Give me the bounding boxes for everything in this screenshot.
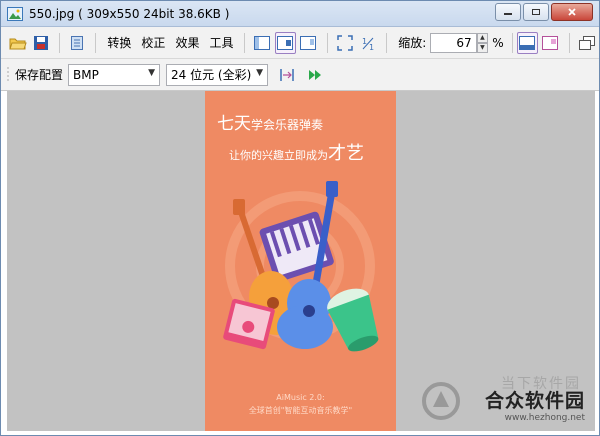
svg-text:1: 1 (369, 43, 374, 51)
format-select[interactable]: BMP ▼ (68, 63, 161, 86)
open-folder-icon[interactable] (7, 32, 28, 54)
app-window: 550.jpg ( 309x550 24bit 38.6KB ) 转换 校正 效… (0, 0, 600, 436)
menu-convert[interactable]: 转换 (107, 34, 131, 51)
close-icon (568, 8, 576, 16)
toolbar-divider (326, 32, 328, 53)
page-icon[interactable] (66, 32, 87, 54)
maximize-icon (532, 9, 540, 15)
toolbar-divider (386, 32, 388, 53)
image-footer-line2: 全球首创"智能互动音乐教学" (248, 406, 353, 415)
layout-left-icon[interactable] (251, 32, 272, 54)
main-toolbar: 转换 校正 效果 工具 11 缩放: 67 ▲ ▼ % (1, 27, 599, 59)
image-file-icon (7, 6, 23, 21)
menu-effects[interactable]: 效果 (175, 34, 199, 51)
instruments-illustration (223, 181, 379, 352)
minimize-button[interactable] (495, 3, 521, 21)
layout-center-icon[interactable] (274, 31, 296, 54)
watermark-url: www.hezhong.net (504, 413, 585, 423)
zoom-label: 缩放: (398, 36, 427, 50)
view-normal-icon[interactable] (516, 31, 538, 54)
window-restore-icon[interactable] (576, 32, 597, 54)
toolbar-divider (95, 32, 97, 53)
maximize-button[interactable] (523, 3, 549, 21)
image-canvas[interactable]: 七天学会乐器弹奏 让你的兴趣立即成为才艺 AiMusic 2.0: 全球首创"智… (7, 91, 595, 431)
layout-right-icon[interactable] (298, 32, 319, 54)
save-toolbar: 保存配置 BMP ▼ 24 位元 (全彩) ▼ (1, 59, 599, 91)
chevron-down-icon: ▼ (148, 67, 156, 78)
fit-screen-icon[interactable] (334, 32, 355, 54)
zoom-down-icon[interactable]: ▼ (476, 42, 489, 53)
depth-select[interactable]: 24 位元 (全彩) ▼ (166, 63, 269, 86)
zoom-up-icon[interactable]: ▲ (476, 32, 489, 43)
image-footer-line1: AiMusic 2.0: (276, 393, 325, 402)
zoom-unit: % (492, 35, 504, 50)
menu-tools[interactable]: 工具 (209, 34, 233, 51)
toolbar-divider (59, 32, 61, 53)
zoom-input[interactable]: 67 (430, 32, 477, 53)
fast-forward-icon[interactable] (304, 64, 326, 86)
format-value: BMP (73, 67, 99, 82)
save-icon[interactable] (30, 32, 51, 54)
grip-icon (5, 64, 11, 86)
menu-correct[interactable]: 校正 (141, 34, 165, 51)
actual-size-icon[interactable]: 11 (357, 32, 378, 54)
watermark-main-text: 合众软件园 (484, 390, 585, 412)
save-config-label[interactable]: 保存配置 (15, 66, 63, 83)
chevron-down-icon: ▼ (256, 67, 264, 78)
minimize-icon (504, 13, 512, 15)
title-bar[interactable]: 550.jpg ( 309x550 24bit 38.6KB ) (1, 1, 599, 27)
view-panel-icon[interactable] (540, 32, 561, 54)
watermark-logo-icon (422, 382, 460, 420)
toolbar-divider (244, 32, 246, 53)
depth-value: 24 位元 (全彩) (171, 68, 252, 82)
resize-icon[interactable] (276, 64, 298, 86)
toolbar-divider (511, 32, 513, 53)
toolbar-divider (568, 32, 570, 53)
image-preview: 七天学会乐器弹奏 让你的兴趣立即成为才艺 AiMusic 2.0: 全球首创"智… (205, 91, 396, 431)
close-button[interactable] (551, 3, 593, 21)
zoom-stepper[interactable]: ▲ ▼ (476, 32, 489, 53)
watermark: 当下软件园 合众软件园 www.hezhong.net (421, 375, 591, 427)
window-title: 550.jpg ( 309x550 24bit 38.6KB ) (29, 6, 230, 21)
